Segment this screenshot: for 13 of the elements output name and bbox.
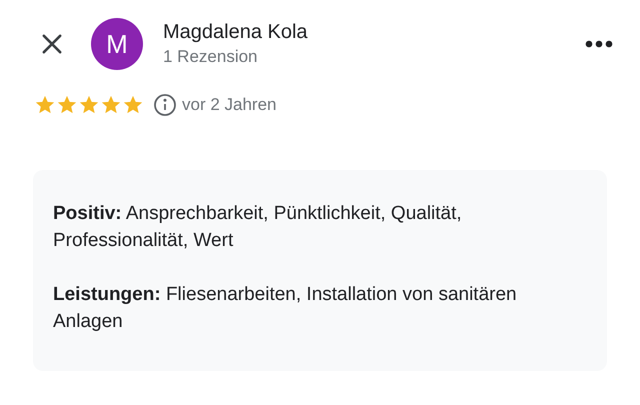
review-count: 1 Rezension <box>163 46 259 68</box>
star-icon <box>78 94 100 116</box>
star-icon <box>100 94 122 116</box>
avatar: M <box>91 18 143 70</box>
star-icon <box>34 94 56 116</box>
detail-text: Positiv: Ansprechbarkeit, Pünktlichkeit, Qualität, Professionalität, Wert <box>53 202 463 252</box>
reviewer-name[interactable]: Magdalena Kola <box>163 19 308 45</box>
star-icon <box>122 94 144 116</box>
star-icon <box>56 94 78 116</box>
more-options-icon[interactable] <box>584 39 614 49</box>
review-time: vor 2 Jahren <box>182 94 276 116</box>
info-icon[interactable] <box>153 92 177 117</box>
detail-text: Leistungen: Fliesenarbeiten, Installation von sanitären Anlagen <box>53 282 518 334</box>
